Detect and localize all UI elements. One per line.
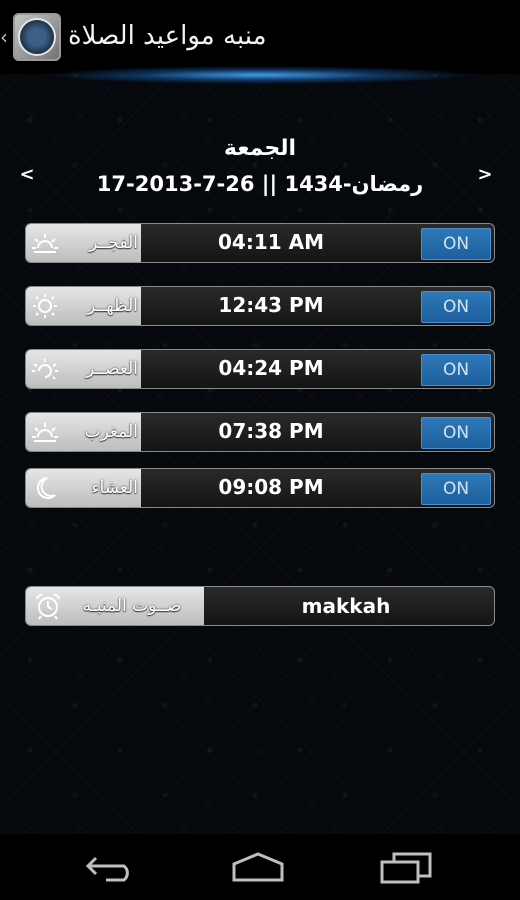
home-icon[interactable] <box>228 850 288 884</box>
prayer-name: العصــر <box>85 359 138 379</box>
prayer-alarm-toggle[interactable]: ON <box>421 473 491 505</box>
day-name: الجمعة <box>223 136 297 161</box>
header-glow-divider <box>50 66 470 84</box>
prayer-name: المغرب <box>84 422 138 442</box>
prayer-row-maghrib: المغرب 07:38 PM ON <box>25 412 495 452</box>
app-title: منبه مواعيد الصلاة <box>68 21 267 51</box>
prayer-label-cell: العشاء <box>26 469 141 507</box>
sun-icon <box>33 294 57 318</box>
recent-apps-icon[interactable] <box>376 850 436 884</box>
prayer-alarm-toggle[interactable]: ON <box>421 291 491 323</box>
prayer-alarm-toggle[interactable]: ON <box>421 354 491 386</box>
prayer-label-cell: الظهــر <box>26 287 141 325</box>
previous-day-button[interactable]: < <box>14 160 40 190</box>
back-icon[interactable] <box>82 850 142 884</box>
alarm-clock-icon <box>36 593 60 620</box>
alarm-sound-label: صــوت المنبـه <box>82 596 182 616</box>
app-logo-emblem <box>20 20 54 54</box>
prayer-name: الظهــر <box>86 296 138 316</box>
sun-half-icon <box>32 359 58 380</box>
prayer-label-cell: الفجــر <box>26 224 141 262</box>
prayer-time: 07:38 PM <box>218 419 324 443</box>
prayer-name: العشاء <box>91 478 138 498</box>
alarm-sound-selector[interactable]: صــوت المنبـه makkah <box>25 586 495 626</box>
system-navigation-bar <box>0 834 520 900</box>
prayer-row-asr: العصــر 04:24 PM ON <box>25 349 495 389</box>
prayer-label-cell: العصــر <box>26 350 141 388</box>
crescent-moon-icon <box>36 477 56 499</box>
date-line: 17-رمضان-1434 || 26-7-2013 <box>96 172 424 196</box>
alarm-sound-value: makkah <box>301 594 391 618</box>
next-day-button[interactable]: > <box>472 160 498 190</box>
prayer-alarm-toggle[interactable]: ON <box>421 228 491 260</box>
prayer-time: 04:11 AM <box>217 230 324 254</box>
prayer-time: 04:24 PM <box>218 356 324 380</box>
prayer-row-dhuhr: الظهــر 12:43 PM ON <box>25 286 495 326</box>
prayer-row-isha: العشاء 09:08 PM ON <box>25 468 495 508</box>
prayer-time: 09:08 PM <box>218 475 324 499</box>
app-logo-icon[interactable] <box>13 13 61 61</box>
alarm-sound-label-cell: صــوت المنبـه <box>26 587 204 625</box>
prayer-alarm-toggle[interactable]: ON <box>421 417 491 449</box>
prayer-label-cell: المغرب <box>26 413 141 451</box>
sunset-icon <box>32 423 58 442</box>
action-bar: ‹ منبه مواعيد الصلاة <box>0 0 520 74</box>
prayer-name: الفجــر <box>89 233 138 253</box>
prayer-time: 12:43 PM <box>218 293 324 317</box>
up-caret-icon[interactable]: ‹ <box>0 24 12 50</box>
sunrise-icon <box>32 234 58 253</box>
prayer-row-fajr: الفجــر 04:11 AM ON <box>25 223 495 263</box>
